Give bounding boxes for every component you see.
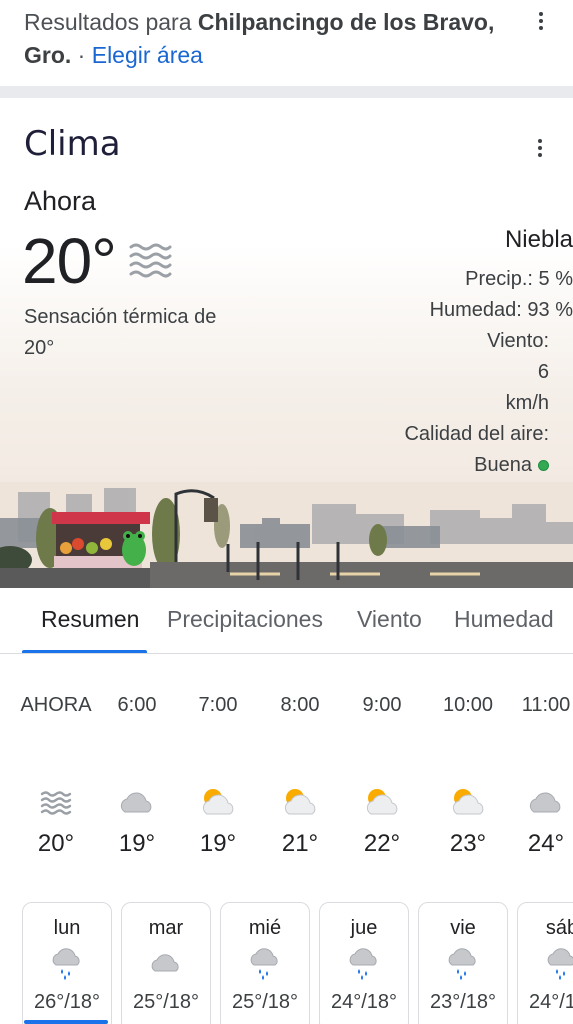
hourly-forecast: AHORA 20° 6:00 19° 7:00 19° 8:00 21° 9:0… (0, 654, 573, 900)
hour-time: 9:00 (362, 694, 402, 716)
fog-icon (129, 243, 172, 278)
weather-title: Clima (24, 124, 121, 164)
weather-tabs: Resumen Precipitaciones Viento Humedad (0, 588, 573, 654)
day-name: vie (450, 917, 476, 939)
fog-icon (40, 791, 72, 815)
hour-time: AHORA (20, 694, 92, 716)
day-name: lun (53, 917, 81, 939)
results-text: Resultados para Chilpancingo de los Brav… (24, 6, 504, 72)
air-quality-value: Buena (474, 454, 532, 476)
day-range: 24°/18° (528, 991, 573, 1013)
rain-showers-icon (52, 948, 80, 980)
section-divider (0, 86, 573, 98)
weather-details: Precip.: 5 % Humedad: 93 % Viento: 6 km/… (380, 264, 573, 481)
air-quality: Buena (380, 450, 573, 481)
day-card[interactable]: jue 24°/18° (319, 902, 409, 1024)
partly-cloudy-icon (202, 789, 234, 815)
rain-showers-icon (547, 948, 573, 980)
hour-time: 8:00 (280, 694, 320, 716)
weather-more-options-icon[interactable] (528, 136, 552, 160)
cloud-icon (120, 792, 152, 813)
city-illustration (0, 482, 573, 588)
hour-temp: 20° (37, 830, 75, 857)
day-range: 25°/18° (132, 991, 200, 1013)
day-name: mié (248, 917, 282, 939)
day-card[interactable]: sáb 24°/18° (517, 902, 573, 1024)
now-label: Ahora (24, 186, 97, 216)
hour-time: 11:00 (521, 694, 571, 716)
hour-temp: 19° (118, 830, 156, 857)
daily-forecast: lun 26°/18° mar 25°/18° mié 25°/18° jue … (0, 900, 573, 1024)
day-range: 24°/18° (330, 991, 398, 1013)
rain-showers-icon (250, 948, 278, 980)
rain-showers-icon (349, 948, 377, 980)
partly-cloudy-icon (452, 789, 484, 815)
feels-like: Sensación térmica de 20° (24, 306, 217, 359)
hour-temp: 19° (199, 830, 237, 857)
precipitation: Precip.: 5 % (465, 268, 573, 290)
hour-temp: 24° (527, 830, 565, 857)
tab-resumen[interactable]: Resumen (41, 606, 139, 633)
hour-time: 10:00 (442, 694, 494, 716)
tab-humedad[interactable]: Humedad (454, 606, 554, 633)
weather-card: Clima Ahora 20° Sensación térmica de 20°… (0, 98, 573, 588)
tab-viento[interactable]: Viento (357, 606, 422, 633)
day-range: 26°/18° (33, 991, 101, 1013)
day-name: sáb (545, 917, 573, 939)
hour-time: 7:00 (198, 694, 238, 716)
day-card[interactable]: vie 23°/18° (418, 902, 508, 1024)
current-temperature: 20° (22, 225, 117, 297)
day-card[interactable]: mié 25°/18° (220, 902, 310, 1024)
cloud-icon (151, 954, 179, 972)
weather-condition: Niebla (504, 226, 573, 253)
wind-value: 6 (537, 361, 549, 383)
day-range: 25°/18° (231, 991, 299, 1013)
day-name: mar (148, 917, 184, 939)
results-header: Resultados para Chilpancingo de los Brav… (0, 0, 573, 86)
wind-label: Viento: (487, 330, 549, 352)
humidity: Humedad: 93 % (429, 299, 573, 321)
wind-unit: km/h (505, 392, 549, 414)
results-prefix: Resultados para (24, 9, 198, 35)
day-range: 23°/18° (429, 991, 497, 1013)
results-separator: · (71, 42, 92, 68)
partly-cloudy-icon (284, 789, 316, 815)
cloud-icon (529, 792, 561, 813)
hour-temp: 23° (449, 830, 487, 857)
air-quality-label: Calidad del aire: (404, 423, 549, 445)
choose-area-link[interactable]: Elegir área (92, 42, 203, 68)
air-quality-dot (538, 460, 549, 472)
day-name: jue (350, 917, 378, 939)
tab-precipitaciones[interactable]: Precipitaciones (167, 606, 323, 633)
hour-temp: 22° (363, 830, 401, 857)
more-options-icon[interactable] (529, 9, 553, 33)
day-card[interactable]: lun 26°/18° (22, 902, 112, 1024)
partly-cloudy-icon (366, 789, 398, 815)
rain-showers-icon (448, 948, 476, 980)
selected-day-indicator (24, 1020, 108, 1024)
active-tab-indicator (22, 650, 147, 653)
hour-temp: 21° (281, 830, 319, 857)
day-card[interactable]: mar 25°/18° (121, 902, 211, 1024)
hour-time: 6:00 (117, 694, 157, 716)
